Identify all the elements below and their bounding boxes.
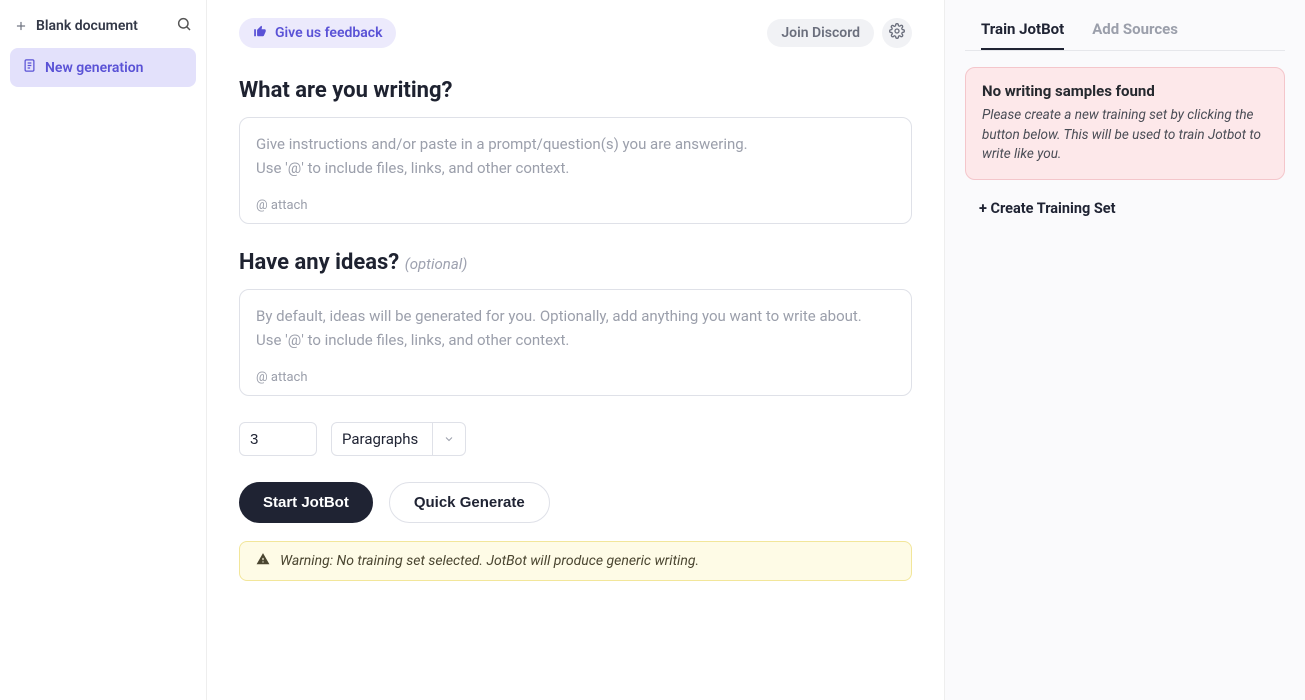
unit-select-label: Paragraphs	[342, 430, 418, 448]
sidebar-top: Blank document	[10, 16, 196, 48]
left-sidebar: Blank document New generation	[0, 0, 207, 700]
warning-banner: Warning: No training set selected. JotBo…	[239, 541, 912, 581]
plus-icon	[14, 19, 28, 33]
create-training-set-button[interactable]: + Create Training Set	[965, 200, 1116, 217]
feedback-button[interactable]: Give us feedback	[239, 18, 396, 48]
warning-text: Warning: No training set selected. JotBo…	[280, 553, 699, 569]
search-icon[interactable]	[176, 16, 192, 36]
writing-placeholder: Give instructions and/or paste in a prom…	[256, 132, 895, 184]
main-header: Give us feedback Join Discord	[239, 18, 912, 48]
sidebar-item-label: New generation	[45, 60, 144, 76]
discord-label: Join Discord	[781, 25, 860, 41]
thumbs-up-icon	[253, 24, 267, 42]
ideas-prompt-box[interactable]: By default, ideas will be generated for …	[239, 289, 912, 396]
alert-title: No writing samples found	[982, 82, 1268, 100]
tab-train-jotbot[interactable]: Train JotBot	[981, 14, 1064, 50]
output-controls: Paragraphs	[239, 422, 912, 456]
writing-attach-button[interactable]: @ attach	[256, 198, 308, 213]
ideas-section-title: Have any ideas? (optional)	[239, 250, 912, 275]
warning-icon	[256, 552, 270, 570]
writing-prompt-box[interactable]: Give instructions and/or paste in a prom…	[239, 117, 912, 224]
start-jotbot-button[interactable]: Start JotBot	[239, 482, 373, 523]
unit-select[interactable]: Paragraphs	[331, 422, 466, 456]
blank-document-label: Blank document	[36, 18, 138, 34]
header-right: Join Discord	[767, 18, 912, 48]
join-discord-button[interactable]: Join Discord	[767, 19, 874, 47]
sidebar-item-new-generation[interactable]: New generation	[10, 48, 196, 87]
ideas-optional-label: (optional)	[405, 255, 468, 273]
feedback-label: Give us feedback	[275, 25, 382, 41]
document-icon	[22, 58, 37, 77]
writing-section-title: What are you writing?	[239, 78, 912, 103]
alert-text: Please create a new training set by clic…	[982, 106, 1268, 165]
chevron-down-icon	[432, 423, 455, 455]
settings-button[interactable]	[882, 18, 912, 48]
right-tabs: Train JotBot Add Sources	[965, 14, 1285, 51]
ideas-title-text: Have any ideas?	[239, 250, 405, 275]
tab-add-sources[interactable]: Add Sources	[1092, 14, 1178, 50]
quick-generate-button[interactable]: Quick Generate	[389, 482, 550, 523]
paragraph-count-input[interactable]	[239, 422, 317, 456]
ideas-attach-button[interactable]: @ attach	[256, 370, 308, 385]
main-content: Give us feedback Join Discord What are y…	[207, 0, 945, 700]
blank-document-button[interactable]: Blank document	[14, 18, 138, 34]
ideas-placeholder: By default, ideas will be generated for …	[256, 304, 895, 356]
right-panel: Train JotBot Add Sources No writing samp…	[945, 0, 1305, 700]
gear-icon	[889, 23, 905, 43]
action-buttons: Start JotBot Quick Generate	[239, 482, 912, 523]
no-samples-alert: No writing samples found Please create a…	[965, 67, 1285, 180]
